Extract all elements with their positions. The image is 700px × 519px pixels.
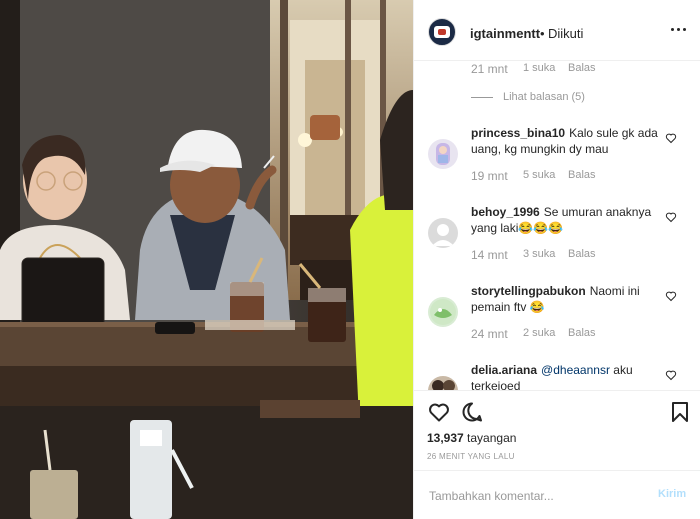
views-count[interactable]: 13,937 tayangan (427, 431, 516, 445)
reply-button[interactable]: Balas (568, 248, 596, 260)
comments-list[interactable]: 21 mnt 1 suka Balas Lihat balasan (5) pr… (414, 61, 700, 390)
comment-likes[interactable]: 1 suka (523, 62, 555, 74)
post-header: igtainmentt • Diikuti (414, 3, 700, 61)
comment-likes[interactable]: 5 suka (523, 169, 555, 181)
commenter-avatar[interactable] (428, 139, 458, 169)
post-actions: 13,937 tayangan 26 MENIT YANG LALU (414, 390, 700, 470)
comment-time: 19 mnt (471, 169, 508, 183)
commenter-avatar[interactable] (428, 376, 458, 390)
comment-like-heart-icon[interactable] (665, 290, 677, 302)
reply-button[interactable]: Balas (568, 62, 596, 74)
comment-like-heart-icon[interactable] (665, 211, 677, 223)
comment-icon[interactable] (460, 400, 484, 424)
comment-likes[interactable]: 3 suka (523, 248, 555, 260)
more-horizontal-icon[interactable] (669, 23, 689, 37)
comment-username[interactable]: delia.ariana (471, 363, 537, 377)
author-avatar[interactable] (428, 18, 456, 46)
reply-button[interactable]: Balas (568, 327, 596, 339)
comment-time: 21 mnt (471, 62, 508, 76)
comment-username[interactable]: storytellingpabukon (471, 284, 586, 298)
video-frame (0, 0, 413, 519)
views-label: tayangan (467, 431, 517, 445)
comment-body: delia.ariana @dheaannsr aku terkeioed (471, 362, 671, 390)
comment-body: storytellingpabukon Naomi ini pemain ftv … (471, 283, 671, 315)
post-sidebar: igtainmentt • Diikuti 21 mnt 1 suka Bala… (413, 0, 700, 519)
comment-like-heart-icon[interactable] (665, 132, 677, 144)
reply-button[interactable]: Balas (568, 169, 596, 181)
view-replies-label: Lihat balasan (5) (503, 91, 585, 103)
replies-divider (471, 96, 493, 98)
view-replies-link[interactable]: Lihat balasan (5) (471, 91, 585, 103)
header-separator: • (540, 26, 545, 41)
comment-time: 24 mnt (471, 327, 508, 341)
post-comment-button[interactable]: Kirim (658, 488, 686, 500)
post-video[interactable] (0, 0, 413, 519)
comment-mention-link[interactable]: @dheaannsr (541, 363, 610, 377)
post-timestamp[interactable]: 26 MENIT YANG LALU (427, 452, 515, 461)
heart-icon[interactable] (427, 400, 451, 424)
comment-body: princess_bina10 Kalo sule gk ada uang, kg… (471, 125, 671, 157)
comment-body: behoy_1996 Se umuran anaknya yang laki😂😂😂 (471, 204, 671, 236)
comment-time: 14 mnt (471, 248, 508, 262)
add-comment-bar: Kirim (414, 470, 700, 519)
follow-status-button[interactable]: Diikuti (548, 26, 583, 41)
commenter-avatar[interactable] (428, 297, 458, 327)
views-number: 13,937 (427, 431, 464, 445)
bookmark-icon[interactable] (668, 400, 692, 424)
comment-input[interactable] (427, 485, 631, 507)
comment-username[interactable]: behoy_1996 (471, 205, 540, 219)
author-username[interactable]: igtainmentt (470, 26, 540, 41)
comment-likes[interactable]: 2 suka (523, 327, 555, 339)
comment-like-heart-icon[interactable] (665, 369, 677, 381)
comment-username[interactable]: princess_bina10 (471, 126, 565, 140)
commenter-avatar[interactable] (428, 218, 458, 248)
